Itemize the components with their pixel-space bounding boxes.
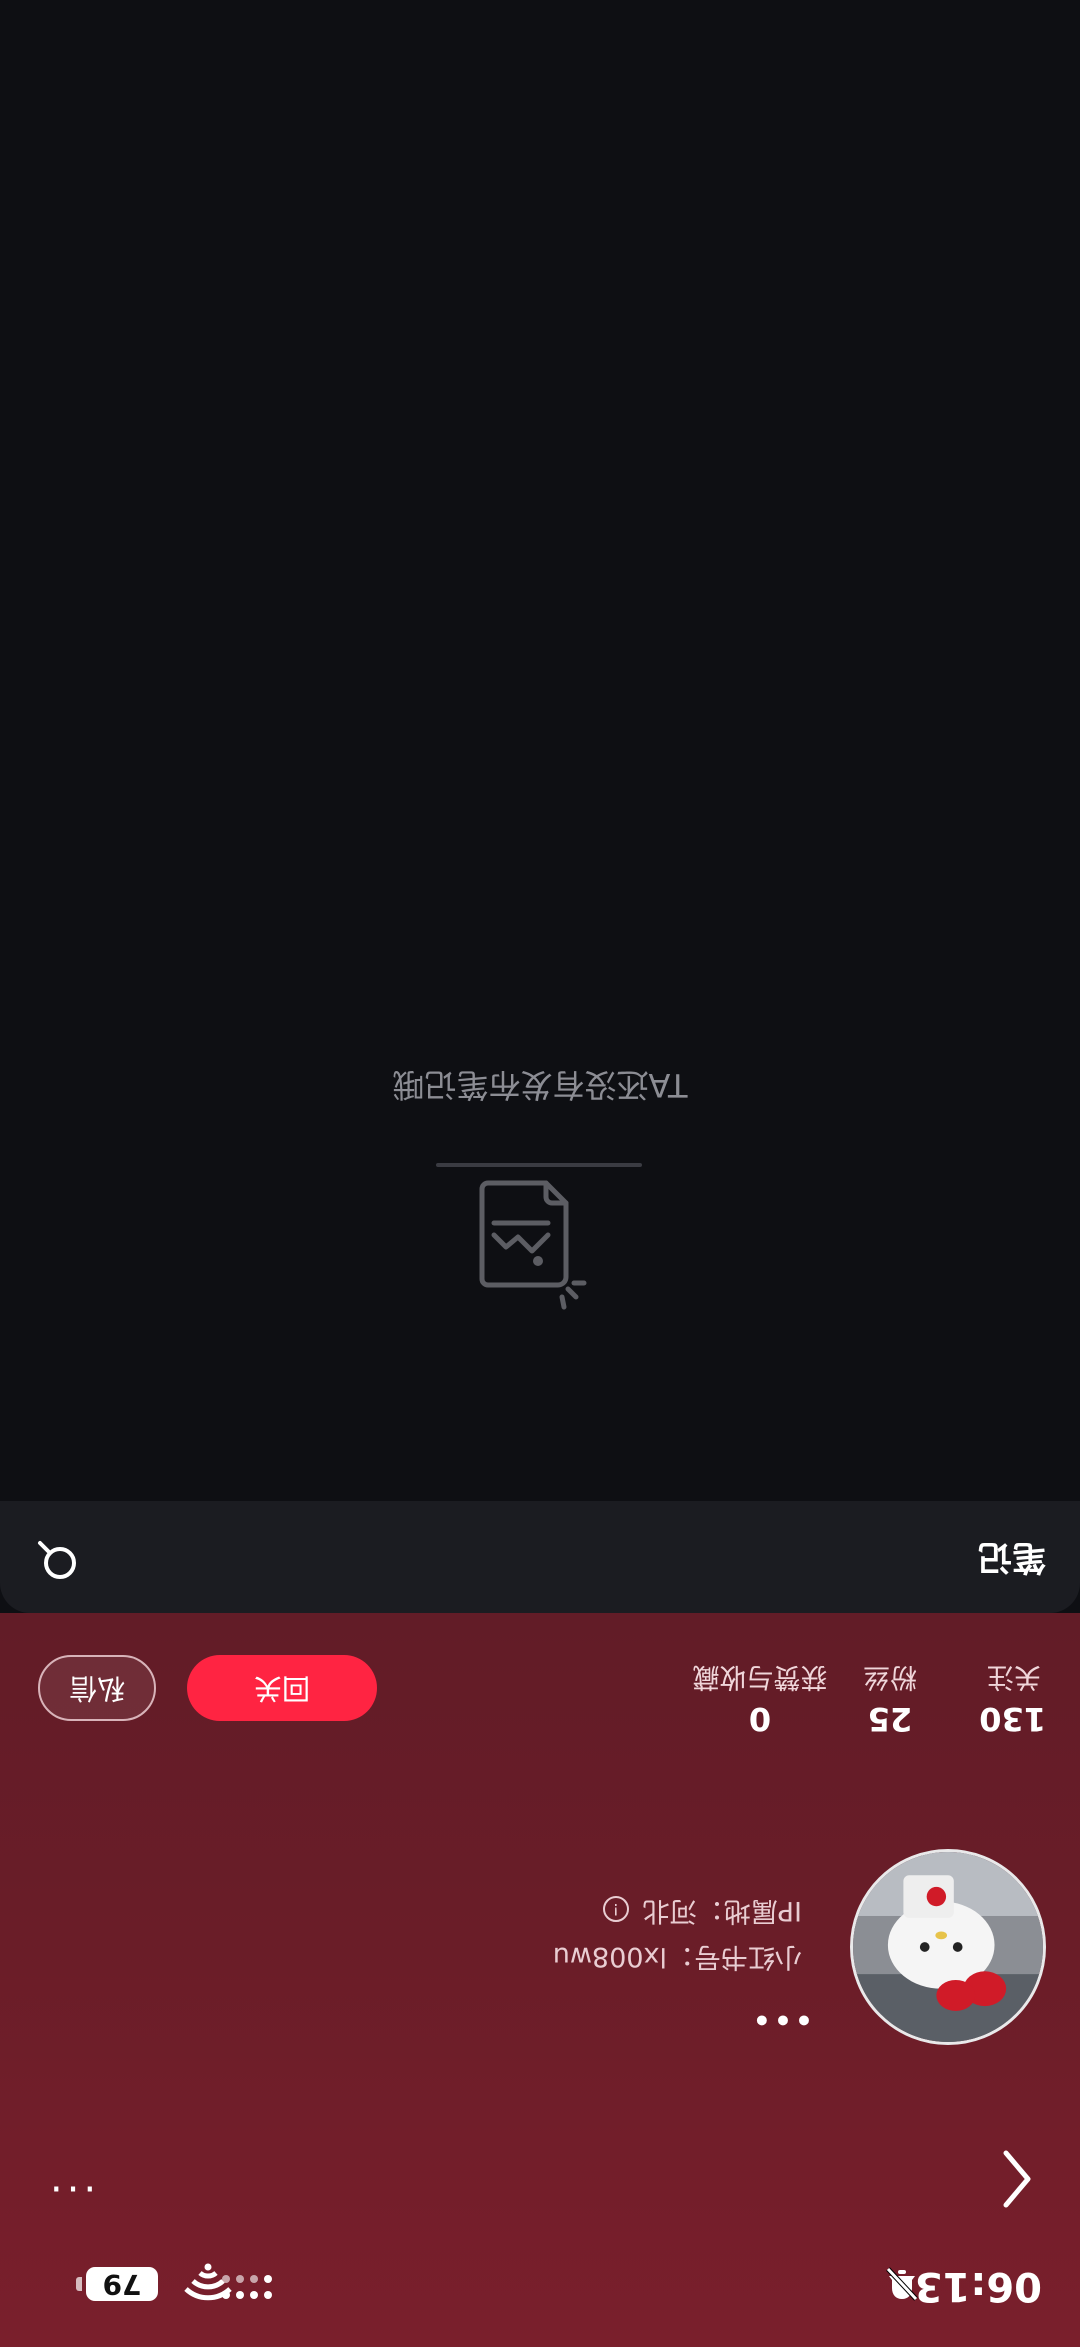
likes-count: 0 xyxy=(748,1700,772,1738)
stat-following[interactable]: 130 关注 xyxy=(979,1653,1046,1739)
search-icon[interactable] xyxy=(34,1537,80,1583)
fans-count: 25 xyxy=(867,1700,913,1738)
status-time: 06:13 xyxy=(914,2263,1042,2309)
avatar[interactable] xyxy=(850,1849,1046,2045)
info-icon[interactable]: ! xyxy=(602,1896,629,1923)
empty-state-text: TA还没有发布笔记哦 xyxy=(392,1066,688,1104)
following-count: 130 xyxy=(979,1700,1046,1738)
stat-fans[interactable]: 25 粉丝 xyxy=(858,1653,922,1739)
stat-likes[interactable]: 0 获赞与收藏 xyxy=(680,1653,840,1739)
back-chevron-icon[interactable] xyxy=(986,2139,1046,2219)
empty-note-icon xyxy=(479,1180,587,1310)
profile-more-icon[interactable]: ••• xyxy=(751,1999,814,2039)
divider-line xyxy=(436,1163,642,1167)
likes-label: 获赞与收藏 xyxy=(692,1661,828,1692)
screen-root: 06:13 79 ··· ••• 小红书号：lx008wu IP属地：河北! 1… xyxy=(0,0,1080,2347)
message-button[interactable]: 私信 xyxy=(38,1655,156,1721)
battery-icon: 79 xyxy=(86,2267,158,2301)
more-options-icon[interactable]: ··· xyxy=(36,2163,106,2211)
status-bar: 06:13 79 xyxy=(0,2239,1080,2347)
follow-back-button[interactable]: 回关 xyxy=(187,1655,377,1721)
wifi-icon xyxy=(184,2263,232,2301)
fans-label: 粉丝 xyxy=(863,1661,917,1692)
ip-location-text: IP属地：河北 xyxy=(642,1895,802,1926)
mute-bell-icon xyxy=(886,2267,918,2301)
stats-row: 130 关注 25 粉丝 0 获赞与收藏 回关 私信 xyxy=(0,1633,1080,1753)
top-nav-bar: ··· xyxy=(0,2119,1080,2239)
profile-header: 06:13 79 ··· ••• 小红书号：lx008wu IP属地：河北! 1… xyxy=(0,1613,1080,2347)
tab-bar: 笔记 xyxy=(0,1501,1080,1613)
ip-location: IP属地：河北! xyxy=(602,1894,802,1933)
redbook-id: 小红书号：lx008wu xyxy=(552,1941,802,1972)
tab-notes[interactable]: 笔记 xyxy=(978,1536,1046,1585)
following-label: 关注 xyxy=(987,1661,1041,1692)
